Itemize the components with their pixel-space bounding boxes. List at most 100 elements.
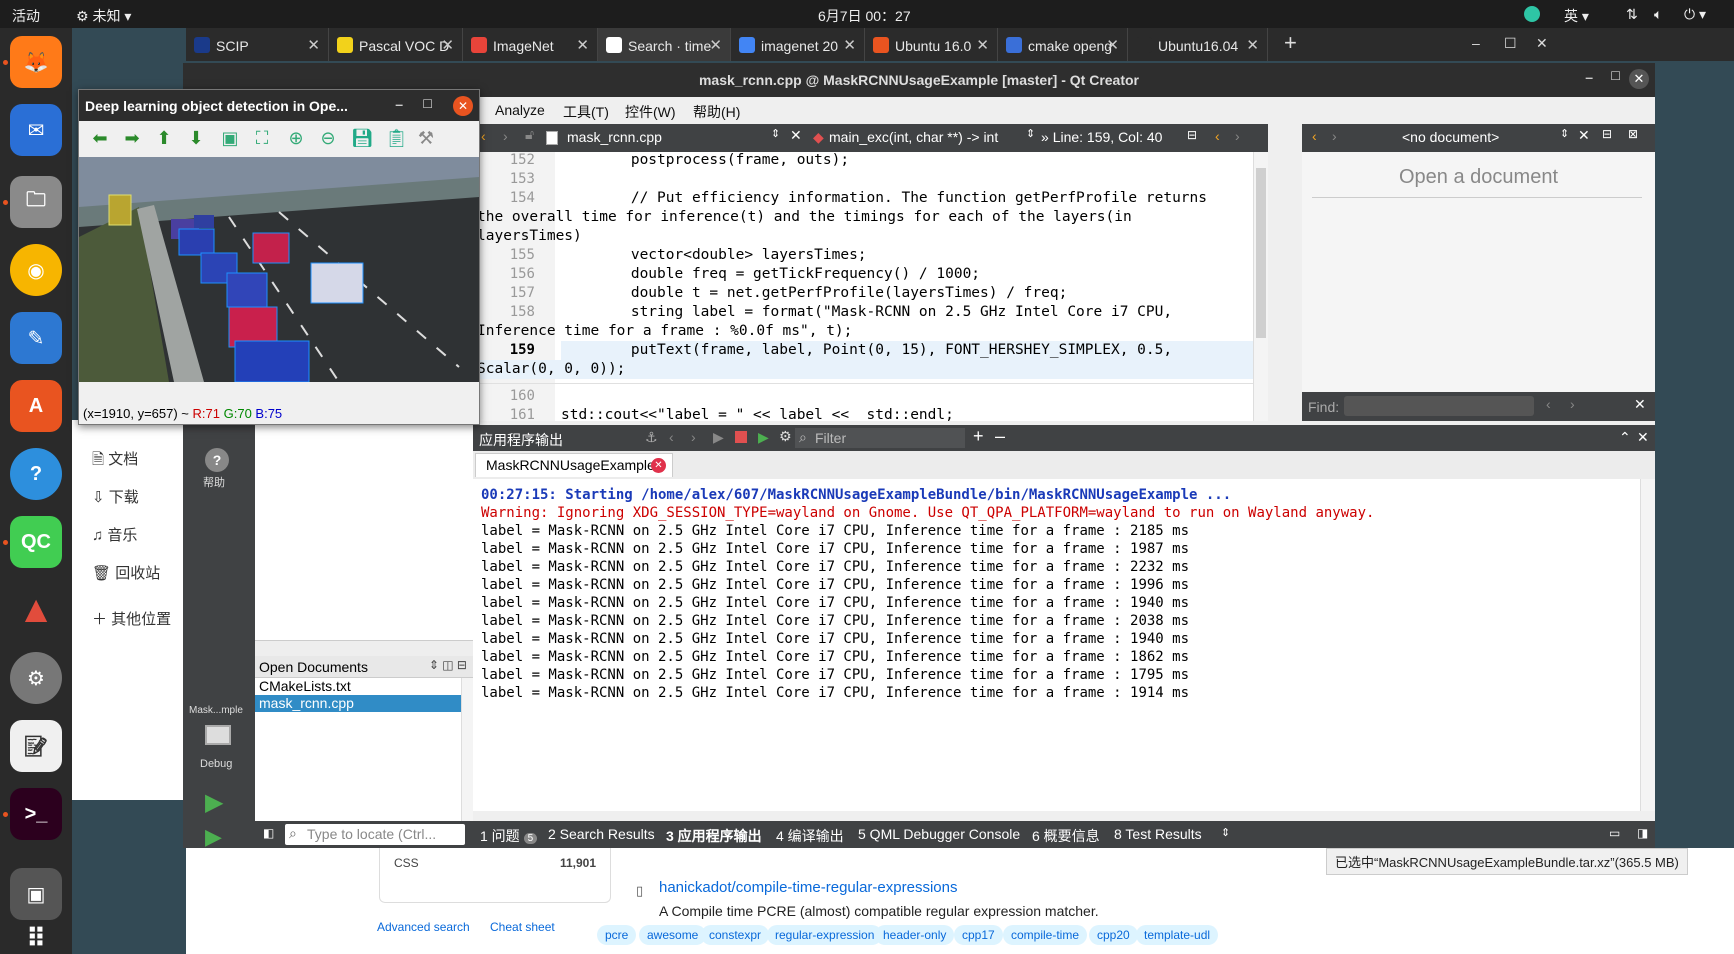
libreoffice-writer-icon[interactable]: ✎ [10, 312, 62, 364]
find-next-icon[interactable]: › [1570, 396, 1575, 412]
output-tab-close-icon[interactable]: ✕ [651, 458, 666, 473]
symbol-combo[interactable]: main_exc(int, char **) -> int [829, 129, 998, 145]
remove-icon[interactable]: – [995, 426, 1005, 447]
find-input[interactable] [1344, 396, 1534, 416]
detection-frame[interactable] [79, 157, 479, 382]
browser-tab[interactable]: Pascal VOC D ✕ [329, 28, 463, 61]
menu-help[interactable]: 帮助(H) [693, 102, 740, 122]
topic-tag[interactable]: pcre [597, 925, 637, 945]
menu-controls[interactable]: 控件(W) [625, 102, 676, 122]
debug-icon[interactable]: ▶ [758, 429, 769, 446]
pane-controls[interactable]: ⇕ ◫ ⊟ [429, 658, 467, 672]
pan-up-icon[interactable]: ⬆ [155, 129, 173, 147]
tab-close-icon[interactable]: ✕ [843, 36, 856, 54]
browser-tab[interactable]: SCIP ✕ [186, 28, 329, 61]
zoom-fit-icon[interactable]: ⛶ [253, 129, 271, 147]
zoom-out-icon[interactable]: ⊖ [319, 129, 337, 147]
text-editor-icon[interactable]: 📝︎ [10, 720, 62, 772]
back-icon[interactable]: ‹ [481, 128, 486, 144]
clock[interactable]: 6月7日 00：27 [818, 6, 911, 26]
sidebar-item-music[interactable]: ♫ 音乐 [92, 524, 137, 545]
run-icon[interactable]: ▶ [205, 788, 223, 817]
tab-close-icon[interactable]: ✕ [976, 36, 989, 54]
browser-tab[interactable]: cmake openg ✕ [998, 28, 1128, 61]
pane-general-messages[interactable]: 6 概要信息 [1032, 826, 1100, 846]
code-editor[interactable]: 152 153 154 155 156 157 158 159 160 161 postproce… [473, 152, 1268, 421]
thunderbird-icon[interactable]: ✉ [10, 104, 62, 156]
volume-icon[interactable]: 🔈︎ [1654, 6, 1662, 23]
stop-icon[interactable] [735, 431, 747, 443]
settings-tool-icon[interactable]: ⚒ [417, 129, 435, 147]
tab-close-icon[interactable]: ✕ [307, 36, 320, 54]
split-icon[interactable]: ⊟ [1187, 128, 1197, 142]
editor-scrollbar[interactable] [1253, 152, 1268, 421]
topic-tag[interactable]: compile-time [1003, 925, 1088, 945]
application-output[interactable]: 00:27:15: Starting /home/alex/607/MaskRC… [473, 479, 1655, 811]
output-tab-active[interactable]: MaskRCNNUsageExample ✕ [475, 453, 673, 477]
browser-tab[interactable]: ImageNet ✕ [463, 28, 598, 61]
open-doc-item[interactable]: CMakeLists.txt [255, 678, 461, 695]
repo-link[interactable]: hanickadot/compile-time-regular-expressi… [659, 879, 957, 896]
cv-maximize-button[interactable]: ☐ [422, 97, 433, 111]
cv-close-button[interactable]: ✕ [453, 96, 473, 116]
pan-left-icon[interactable]: ⬅ [91, 129, 109, 147]
sidebar-item-documents[interactable]: 🗎 文档 [92, 448, 138, 474]
sidebar-item-trash[interactable]: 🗑︎ 回收站 [92, 562, 160, 583]
minimize-button[interactable]: – [1585, 69, 1593, 85]
browser-tab[interactable]: Ubuntu16.04 ✕ [1128, 28, 1268, 61]
cheat-sheet-link[interactable]: Cheat sheet [490, 920, 555, 934]
browser-maximize-button[interactable]: ☐ [1504, 35, 1517, 52]
zoom-image-icon[interactable]: ▣ [221, 129, 239, 147]
attach-icon[interactable]: ⚓︎ [645, 429, 658, 446]
close-doc-icon[interactable]: ✕ [1578, 127, 1590, 144]
topic-tag[interactable]: cpp20 [1089, 925, 1138, 945]
pan-right-icon[interactable]: ➡ [123, 129, 141, 147]
properties-icon[interactable]: 📋︎ [385, 129, 408, 147]
menu-tools[interactable]: 工具(T) [563, 102, 609, 122]
split-icon-2[interactable]: ⊟ [1602, 127, 1612, 141]
topic-tag[interactable]: awesome [639, 925, 707, 945]
new-tab-icon[interactable]: + [1284, 30, 1297, 56]
browser-tab[interactable]: Ubuntu 16.0 ✕ [865, 28, 998, 61]
settings-icon[interactable]: ⚙ [10, 652, 62, 704]
advanced-search-link[interactable]: Advanced search [377, 920, 470, 934]
toggle-right-sidebar-icon[interactable]: ◨ [1637, 826, 1648, 840]
pane-compile-output[interactable]: 4 编译输出 [776, 826, 844, 846]
language-label[interactable]: CSS [394, 856, 419, 870]
menu-analyze[interactable]: Analyze [495, 102, 545, 118]
scrollbar-thumb[interactable] [1256, 168, 1266, 338]
pane-test-results[interactable]: 8 Test Results [1114, 826, 1202, 842]
show-apps-icon[interactable]: ⠿ [10, 912, 62, 954]
pane-issues[interactable]: 1 问题 5 [480, 826, 538, 846]
help-icon[interactable]: ? [10, 448, 62, 500]
open-doc-item-selected[interactable]: mask_rcnn.cpp [255, 695, 461, 712]
code-area[interactable]: postprocess(frame, outs); // Put efficie… [473, 152, 1268, 421]
close-file-icon[interactable]: ✕ [790, 127, 802, 144]
qt-creator-icon[interactable]: QC [10, 516, 62, 568]
browser-tab[interactable]: imagenet 20 ✕ [731, 28, 865, 61]
topic-tag[interactable]: constexpr [701, 925, 770, 945]
debug-run-icon[interactable]: ▶ [205, 824, 222, 850]
pane-qml-debugger[interactable]: 5 QML Debugger Console [858, 826, 1020, 842]
pan-down-icon[interactable]: ⬇ [187, 129, 205, 147]
cv-minimize-button[interactable]: – [395, 96, 403, 112]
next-icon[interactable]: › [691, 429, 696, 445]
maximize-pane-icon[interactable]: ⌃ [1619, 429, 1631, 446]
language-indicator[interactable]: 英 ▾ [1564, 6, 1589, 26]
browser-minimize-button[interactable]: – [1472, 35, 1480, 51]
progress-details-icon[interactable]: ▭ [1609, 826, 1620, 840]
tab-close-icon[interactable]: ✕ [441, 36, 454, 54]
forward-icon-3[interactable]: › [1332, 128, 1337, 144]
topic-tag[interactable]: cpp17 [954, 925, 1003, 945]
back-icon-3[interactable]: ‹ [1312, 128, 1317, 144]
symbol-combo-arrow-icon[interactable]: ⇕ [1026, 127, 1035, 140]
tab-close-icon[interactable]: ✕ [1106, 36, 1119, 54]
forward-icon[interactable]: › [503, 128, 508, 144]
find-close-icon[interactable]: ✕ [1634, 396, 1646, 413]
monitor-icon[interactable] [205, 725, 231, 745]
firefox-icon[interactable]: 🦊 [10, 36, 62, 88]
activities-button[interactable]: 活动 [12, 6, 40, 26]
horizontal-scrollbar[interactable] [255, 640, 473, 656]
no-document-combo[interactable]: <no document> [1402, 129, 1499, 145]
close-button[interactable]: ✕ [1629, 69, 1649, 89]
